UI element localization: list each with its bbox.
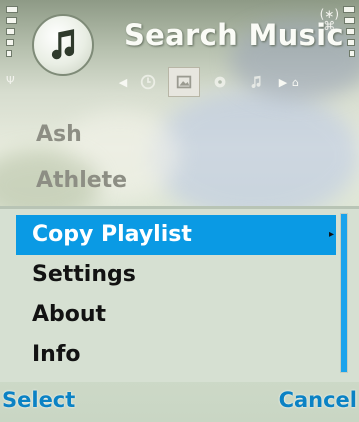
menu-item-label: About <box>32 302 107 327</box>
menu-item-label: Info <box>32 342 81 367</box>
tab-left-arrow-icon[interactable]: ◀ <box>116 76 130 89</box>
artist-list: Ash Athlete <box>36 112 127 204</box>
menu-item-settings[interactable]: Settings <box>16 255 336 295</box>
menu-scrollbar[interactable] <box>340 213 348 373</box>
app-title: Search Music <box>124 18 344 52</box>
record-icon <box>214 76 226 88</box>
tab-photo[interactable] <box>168 67 200 97</box>
antenna-icon: Ψ <box>6 74 15 87</box>
photo-icon <box>176 75 192 89</box>
cancel-softkey[interactable]: Cancel <box>279 388 357 412</box>
options-menu: Copy Playlist ▸ Settings About Info <box>0 206 359 382</box>
scrollbar-thumb[interactable] <box>341 214 347 372</box>
lock-icon: ⌂ <box>292 75 299 89</box>
menu-item-label: Settings <box>32 262 136 287</box>
tab-music[interactable] <box>240 67 272 97</box>
tab-bar: ◀ ▶ ⌂ <box>116 66 299 98</box>
tab-right-arrow-icon[interactable]: ▶ <box>276 76 290 89</box>
music-note-icon <box>251 75 261 89</box>
tab-record[interactable] <box>204 67 236 97</box>
submenu-arrow-icon: ▸ <box>328 229 334 240</box>
status-header: Ψ (∗) ⌘ Search Music ◀ ▶ ⌂ <box>0 0 359 102</box>
list-item[interactable]: Athlete <box>36 158 127 204</box>
menu-item-copy-playlist[interactable]: Copy Playlist ▸ <box>16 215 336 255</box>
list-item[interactable]: Ash <box>36 112 127 158</box>
phone-screen: Ψ (∗) ⌘ Search Music ◀ ▶ ⌂ Ash Athlete C… <box>0 0 359 422</box>
wallpaper-blot <box>150 90 359 220</box>
softkey-bar: Select Cancel <box>0 384 359 422</box>
menu-item-about[interactable]: About <box>16 295 336 335</box>
select-softkey[interactable]: Select <box>2 388 75 412</box>
clock-icon <box>140 74 156 90</box>
tab-clock[interactable] <box>132 67 164 97</box>
menu-item-info[interactable]: Info <box>16 335 336 375</box>
battery-level-icon <box>343 6 355 86</box>
music-note-icon <box>32 14 94 76</box>
menu-item-label: Copy Playlist <box>32 222 192 247</box>
